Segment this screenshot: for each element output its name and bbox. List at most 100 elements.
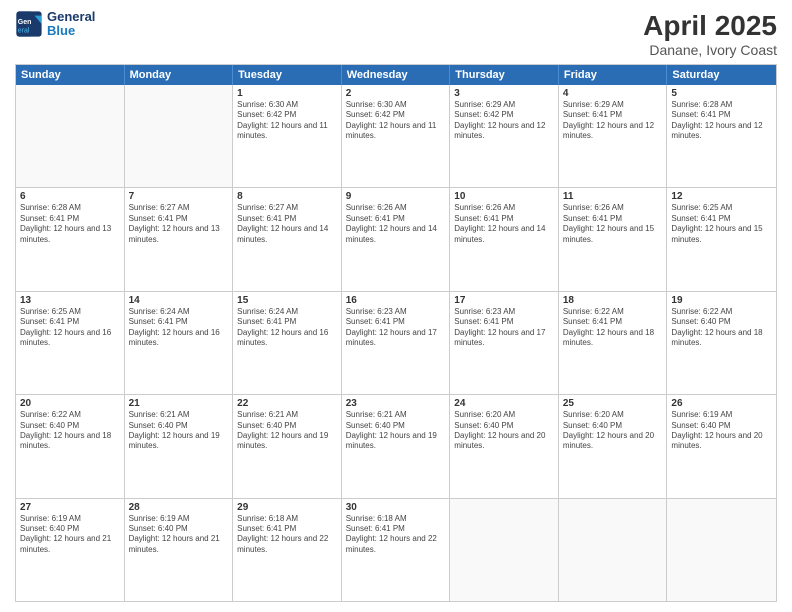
logo: Gen eral General Blue: [15, 10, 95, 39]
header-day-saturday: Saturday: [667, 65, 776, 85]
calendar-row-2: 13Sunrise: 6:25 AM Sunset: 6:41 PM Dayli…: [16, 291, 776, 394]
day-info: Sunrise: 6:24 AM Sunset: 6:41 PM Dayligh…: [129, 307, 229, 349]
day-number: 3: [454, 88, 554, 99]
day-number: 12: [671, 191, 772, 202]
calendar-row-1: 6Sunrise: 6:28 AM Sunset: 6:41 PM Daylig…: [16, 187, 776, 290]
header-day-wednesday: Wednesday: [342, 65, 451, 85]
day-cell-19: 19Sunrise: 6:22 AM Sunset: 6:40 PM Dayli…: [667, 292, 776, 394]
day-info: Sunrise: 6:25 AM Sunset: 6:41 PM Dayligh…: [671, 203, 772, 245]
day-cell-2: 2Sunrise: 6:30 AM Sunset: 6:42 PM Daylig…: [342, 85, 451, 187]
day-cell-empty-4-5: [559, 499, 668, 601]
calendar: SundayMondayTuesdayWednesdayThursdayFrid…: [15, 64, 777, 602]
header-day-tuesday: Tuesday: [233, 65, 342, 85]
day-cell-4: 4Sunrise: 6:29 AM Sunset: 6:41 PM Daylig…: [559, 85, 668, 187]
day-cell-12: 12Sunrise: 6:25 AM Sunset: 6:41 PM Dayli…: [667, 188, 776, 290]
day-info: Sunrise: 6:21 AM Sunset: 6:40 PM Dayligh…: [346, 410, 446, 452]
day-number: 28: [129, 502, 229, 513]
day-cell-17: 17Sunrise: 6:23 AM Sunset: 6:41 PM Dayli…: [450, 292, 559, 394]
day-cell-11: 11Sunrise: 6:26 AM Sunset: 6:41 PM Dayli…: [559, 188, 668, 290]
calendar-title: April 2025: [643, 10, 777, 42]
day-info: Sunrise: 6:21 AM Sunset: 6:40 PM Dayligh…: [237, 410, 337, 452]
day-cell-3: 3Sunrise: 6:29 AM Sunset: 6:42 PM Daylig…: [450, 85, 559, 187]
day-info: Sunrise: 6:20 AM Sunset: 6:40 PM Dayligh…: [454, 410, 554, 452]
calendar-row-0: 1Sunrise: 6:30 AM Sunset: 6:42 PM Daylig…: [16, 85, 776, 187]
day-info: Sunrise: 6:28 AM Sunset: 6:41 PM Dayligh…: [671, 100, 772, 142]
day-info: Sunrise: 6:22 AM Sunset: 6:41 PM Dayligh…: [563, 307, 663, 349]
svg-text:eral: eral: [18, 28, 30, 35]
day-number: 23: [346, 398, 446, 409]
calendar-row-4: 27Sunrise: 6:19 AM Sunset: 6:40 PM Dayli…: [16, 498, 776, 601]
day-cell-1: 1Sunrise: 6:30 AM Sunset: 6:42 PM Daylig…: [233, 85, 342, 187]
day-info: Sunrise: 6:29 AM Sunset: 6:41 PM Dayligh…: [563, 100, 663, 142]
logo-line1: General: [47, 10, 95, 24]
day-number: 9: [346, 191, 446, 202]
day-info: Sunrise: 6:22 AM Sunset: 6:40 PM Dayligh…: [20, 410, 120, 452]
day-number: 16: [346, 295, 446, 306]
day-cell-9: 9Sunrise: 6:26 AM Sunset: 6:41 PM Daylig…: [342, 188, 451, 290]
day-number: 21: [129, 398, 229, 409]
day-number: 10: [454, 191, 554, 202]
header-day-thursday: Thursday: [450, 65, 559, 85]
logo-line2: Blue: [47, 24, 95, 38]
day-number: 19: [671, 295, 772, 306]
day-info: Sunrise: 6:30 AM Sunset: 6:42 PM Dayligh…: [237, 100, 337, 142]
day-number: 29: [237, 502, 337, 513]
day-info: Sunrise: 6:19 AM Sunset: 6:40 PM Dayligh…: [20, 514, 120, 556]
header-day-sunday: Sunday: [16, 65, 125, 85]
day-info: Sunrise: 6:24 AM Sunset: 6:41 PM Dayligh…: [237, 307, 337, 349]
title-block: April 2025 Danane, Ivory Coast: [643, 10, 777, 58]
day-cell-20: 20Sunrise: 6:22 AM Sunset: 6:40 PM Dayli…: [16, 395, 125, 497]
day-info: Sunrise: 6:19 AM Sunset: 6:40 PM Dayligh…: [671, 410, 772, 452]
day-cell-25: 25Sunrise: 6:20 AM Sunset: 6:40 PM Dayli…: [559, 395, 668, 497]
day-number: 25: [563, 398, 663, 409]
day-cell-29: 29Sunrise: 6:18 AM Sunset: 6:41 PM Dayli…: [233, 499, 342, 601]
day-cell-13: 13Sunrise: 6:25 AM Sunset: 6:41 PM Dayli…: [16, 292, 125, 394]
day-info: Sunrise: 6:18 AM Sunset: 6:41 PM Dayligh…: [346, 514, 446, 556]
day-cell-26: 26Sunrise: 6:19 AM Sunset: 6:40 PM Dayli…: [667, 395, 776, 497]
day-number: 20: [20, 398, 120, 409]
day-cell-28: 28Sunrise: 6:19 AM Sunset: 6:40 PM Dayli…: [125, 499, 234, 601]
day-info: Sunrise: 6:20 AM Sunset: 6:40 PM Dayligh…: [563, 410, 663, 452]
day-cell-8: 8Sunrise: 6:27 AM Sunset: 6:41 PM Daylig…: [233, 188, 342, 290]
day-info: Sunrise: 6:27 AM Sunset: 6:41 PM Dayligh…: [237, 203, 337, 245]
day-number: 1: [237, 88, 337, 99]
day-cell-24: 24Sunrise: 6:20 AM Sunset: 6:40 PM Dayli…: [450, 395, 559, 497]
day-number: 4: [563, 88, 663, 99]
day-cell-empty-0-1: [125, 85, 234, 187]
calendar-row-3: 20Sunrise: 6:22 AM Sunset: 6:40 PM Dayli…: [16, 394, 776, 497]
day-info: Sunrise: 6:19 AM Sunset: 6:40 PM Dayligh…: [129, 514, 229, 556]
day-cell-7: 7Sunrise: 6:27 AM Sunset: 6:41 PM Daylig…: [125, 188, 234, 290]
day-cell-15: 15Sunrise: 6:24 AM Sunset: 6:41 PM Dayli…: [233, 292, 342, 394]
day-info: Sunrise: 6:29 AM Sunset: 6:42 PM Dayligh…: [454, 100, 554, 142]
day-number: 27: [20, 502, 120, 513]
day-cell-14: 14Sunrise: 6:24 AM Sunset: 6:41 PM Dayli…: [125, 292, 234, 394]
day-cell-5: 5Sunrise: 6:28 AM Sunset: 6:41 PM Daylig…: [667, 85, 776, 187]
day-cell-22: 22Sunrise: 6:21 AM Sunset: 6:40 PM Dayli…: [233, 395, 342, 497]
page: Gen eral General Blue April 2025 Danane,…: [0, 0, 792, 612]
day-info: Sunrise: 6:26 AM Sunset: 6:41 PM Dayligh…: [563, 203, 663, 245]
day-number: 7: [129, 191, 229, 202]
header-day-friday: Friday: [559, 65, 668, 85]
day-info: Sunrise: 6:25 AM Sunset: 6:41 PM Dayligh…: [20, 307, 120, 349]
day-info: Sunrise: 6:27 AM Sunset: 6:41 PM Dayligh…: [129, 203, 229, 245]
calendar-header: SundayMondayTuesdayWednesdayThursdayFrid…: [16, 65, 776, 85]
calendar-subtitle: Danane, Ivory Coast: [643, 42, 777, 58]
logo-icon: Gen eral: [15, 10, 43, 38]
day-number: 18: [563, 295, 663, 306]
day-cell-empty-4-6: [667, 499, 776, 601]
header-day-monday: Monday: [125, 65, 234, 85]
day-number: 26: [671, 398, 772, 409]
day-info: Sunrise: 6:22 AM Sunset: 6:40 PM Dayligh…: [671, 307, 772, 349]
day-info: Sunrise: 6:26 AM Sunset: 6:41 PM Dayligh…: [346, 203, 446, 245]
day-cell-18: 18Sunrise: 6:22 AM Sunset: 6:41 PM Dayli…: [559, 292, 668, 394]
day-info: Sunrise: 6:26 AM Sunset: 6:41 PM Dayligh…: [454, 203, 554, 245]
svg-text:Gen: Gen: [18, 19, 32, 26]
day-number: 22: [237, 398, 337, 409]
header: Gen eral General Blue April 2025 Danane,…: [15, 10, 777, 58]
day-number: 5: [671, 88, 772, 99]
day-info: Sunrise: 6:23 AM Sunset: 6:41 PM Dayligh…: [454, 307, 554, 349]
calendar-body: 1Sunrise: 6:30 AM Sunset: 6:42 PM Daylig…: [16, 85, 776, 601]
day-cell-21: 21Sunrise: 6:21 AM Sunset: 6:40 PM Dayli…: [125, 395, 234, 497]
day-cell-6: 6Sunrise: 6:28 AM Sunset: 6:41 PM Daylig…: [16, 188, 125, 290]
day-number: 8: [237, 191, 337, 202]
